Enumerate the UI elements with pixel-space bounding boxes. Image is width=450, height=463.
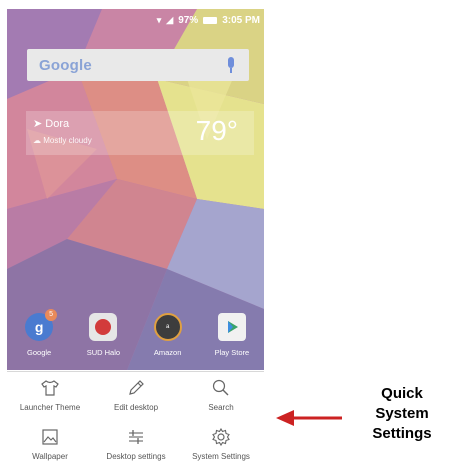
quick-setting-label: Launcher Theme [19,403,81,412]
caption-line: Settings [372,425,432,442]
quick-setting-label: Edit desktop [113,403,159,412]
battery-percent: 97% [178,14,199,26]
desktop-settings-button[interactable]: Desktop settings [93,427,179,461]
gear-icon [212,427,230,447]
sliders-icon [129,430,143,444]
amazon-app-icon: a [153,313,182,341]
google-logo: Google [39,56,92,74]
caption-line: Quick [381,385,423,402]
tshirt-icon [41,380,59,396]
app-label: Play Store [214,348,250,357]
quick-setting-label: Search [208,403,234,412]
image-icon [42,429,58,445]
weather-widget[interactable]: ➤ Dora ☁ Mostly cloudy 79° [26,111,254,155]
quick-setting-label: Wallpaper [32,452,68,461]
microphone-icon[interactable] [225,57,237,73]
launcher-theme-button[interactable]: Launcher Theme [7,378,93,412]
quick-setting-label: Desktop settings [106,452,166,461]
status-bar: ▾ ◢ 97% 3:05 PM [7,9,264,31]
weather-condition: ☁ Mostly cloudy [33,136,92,145]
phone-screen: ▾ ◢ 97% 3:05 PM Google ➤ Dora ☁ Mostly c… [0,0,264,463]
app-label: Amazon [153,348,182,357]
quick-settings-panel: Launcher Theme Edit desktop Search Wallp… [7,371,264,463]
search-button[interactable]: Search [178,378,264,412]
app-google[interactable]: g 5 Google [9,309,69,371]
wallpaper-button[interactable]: Wallpaper [7,427,93,461]
play-store-app-icon [217,313,246,341]
google-search-bar[interactable]: Google [27,49,249,81]
quick-setting-label: System Settings [192,452,250,461]
notification-badge: 5 [45,309,58,321]
search-icon [212,379,229,396]
app-amazon[interactable]: a Amazon [138,313,198,371]
app-label: Google [27,348,52,357]
dock: g 5 Google SUD Halo a Amazon Play Store [7,309,264,371]
signal-icon: ◢ [166,14,174,25]
wifi-icon: ▾ [156,14,162,25]
pencil-icon [129,380,144,395]
app-sud-halo[interactable]: SUD Halo [73,313,133,371]
clock: 3:05 PM [222,14,260,26]
annotation-caption: Quick System Settings [357,384,447,444]
caption-line: System [375,405,429,422]
sud-halo-app-icon [89,313,118,341]
edit-desktop-button[interactable]: Edit desktop [93,378,179,412]
app-play-store[interactable]: Play Store [202,313,262,371]
app-label: SUD Halo [86,348,121,357]
weather-location: ➤ Dora [33,118,70,130]
google-app-icon: g 5 [25,309,58,341]
annotation-arrow [276,410,342,426]
weather-temperature: 79° [195,115,238,146]
battery-icon [203,16,218,24]
system-settings-button[interactable]: System Settings [178,427,264,461]
